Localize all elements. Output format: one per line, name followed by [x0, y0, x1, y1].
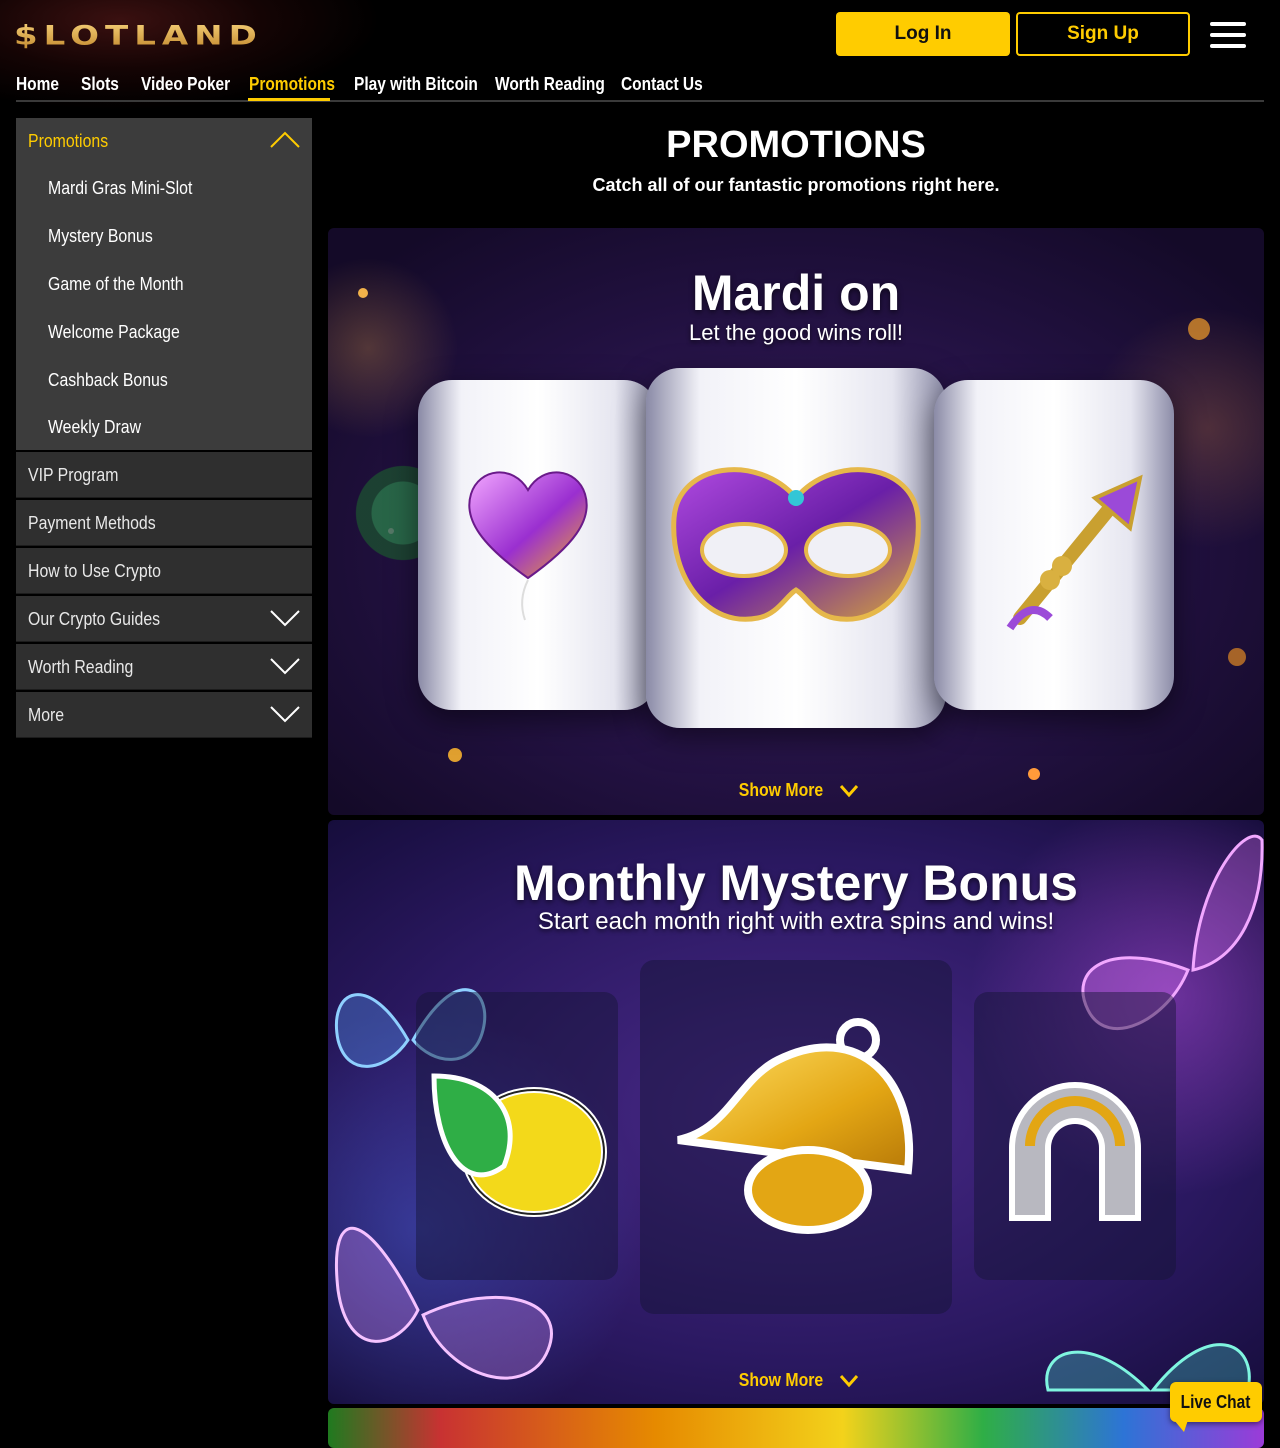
chevron-down-icon — [270, 706, 300, 723]
heart-balloon-icon — [468, 471, 588, 621]
promo-card-next[interactable] — [328, 1408, 1264, 1448]
sidebar-item-label: Payment Methods — [28, 512, 156, 533]
sidebar-item-label: How to Use Crypto — [28, 560, 161, 581]
sidebar-item-how-to-use-crypto[interactable]: How to Use Crypto — [16, 548, 312, 594]
promo-title: Mardi on — [691, 265, 901, 321]
sidebar-item-payment-methods[interactable]: Payment Methods — [16, 500, 312, 546]
nav-play-with-bitcoin[interactable]: Play with Bitcoin — [354, 74, 478, 95]
sidebar-item-our-crypto-guides[interactable]: Our Crypto Guides — [16, 596, 312, 642]
sidebar-subitem-label: Welcome Package — [48, 321, 180, 342]
hamburger-icon[interactable] — [1208, 20, 1248, 50]
promo-card-mystery-bonus[interactable]: Monthly Mystery Bonus Start each month r… — [328, 820, 1264, 1404]
sidebar-item-label: More — [28, 704, 65, 725]
live-chat-button[interactable]: Live Chat — [1170, 1382, 1262, 1432]
sidebar-subitem-game-of-month[interactable]: Game of the Month — [16, 260, 312, 308]
lemon-icon — [431, 1073, 607, 1217]
sidebar-subitem-label: Weekly Draw — [48, 416, 142, 437]
show-more-button[interactable]: Show More — [328, 780, 1264, 801]
logo-text: $LOTLAND — [14, 20, 263, 52]
show-more-label: Show More — [739, 780, 824, 800]
sidebar-group-label: Promotions — [28, 130, 109, 151]
promo-subtitle: Let the good wins roll! — [688, 320, 904, 345]
mardi-gras-mask-icon — [671, 467, 921, 622]
nav-slots[interactable]: Slots — [81, 74, 119, 95]
nav-worth-reading[interactable]: Worth Reading — [495, 74, 605, 95]
chevron-down-icon — [839, 785, 858, 798]
nav-contact-us[interactable]: Contact Us — [621, 74, 703, 95]
live-chat-label: Live Chat — [1181, 1391, 1251, 1412]
chevron-up-icon — [270, 131, 300, 148]
sidebar-item-vip-program[interactable]: VIP Program — [16, 452, 312, 498]
horseshoe-icon — [1009, 1082, 1141, 1221]
chat-bubble-tail — [1174, 1420, 1188, 1432]
site-header: $LOTLAND Log In Sign Up Home Slots Video… — [0, 0, 1280, 110]
sidebar-subitem-mardi-gras[interactable]: Mardi Gras Mini-Slot — [16, 164, 312, 212]
sidebar-subitem-label: Game of the Month — [48, 273, 184, 294]
nav-home[interactable]: Home — [16, 74, 59, 95]
chevron-down-icon — [270, 658, 300, 675]
sidebar-item-more[interactable]: More — [16, 692, 312, 738]
sidebar-subitem-cashback-bonus[interactable]: Cashback Bonus — [16, 356, 312, 404]
sidebar-subitem-welcome-package[interactable]: Welcome Package — [16, 308, 312, 356]
trumpet-icon — [1006, 474, 1143, 631]
sidebar-group-header[interactable]: Promotions — [16, 118, 312, 164]
nav-video-poker[interactable]: Video Poker — [141, 74, 230, 95]
sidebar: Promotions Mardi Gras Mini-Slot Mystery … — [16, 118, 312, 738]
sidebar-subitem-label: Cashback Bonus — [48, 369, 168, 390]
signup-button[interactable]: Sign Up — [1016, 12, 1190, 56]
sidebar-item-worth-reading[interactable]: Worth Reading — [16, 644, 312, 690]
sidebar-subitem-label: Mardi Gras Mini-Slot — [48, 177, 193, 198]
show-more-button[interactable]: Show More — [328, 1370, 1264, 1391]
page-subtitle: Catch all of our fantastic promotions ri… — [592, 175, 1000, 195]
sidebar-subitem-mystery-bonus[interactable]: Mystery Bonus — [16, 212, 312, 260]
sidebar-group-promotions: Promotions Mardi Gras Mini-Slot Mystery … — [16, 118, 312, 450]
login-button[interactable]: Log In — [836, 12, 1010, 56]
bell-icon — [677, 1018, 914, 1234]
sidebar-subitem-weekly-draw[interactable]: Weekly Draw — [16, 404, 312, 450]
sidebar-item-label: Our Crypto Guides — [28, 608, 161, 629]
sidebar-item-label: VIP Program — [28, 464, 119, 485]
slotland-logo[interactable]: $LOTLAND — [14, 14, 263, 58]
chevron-down-icon — [270, 610, 300, 627]
nav-promotions[interactable]: Promotions — [249, 74, 335, 95]
promo-subtitle: Start each month right with extra spins … — [537, 908, 1055, 935]
sidebar-item-label: Worth Reading — [28, 656, 134, 677]
main-nav: Home Slots Video Poker Promotions Play w… — [16, 72, 1264, 102]
nav-active-underline — [248, 98, 330, 101]
sidebar-subitem-label: Mystery Bonus — [48, 225, 153, 246]
chevron-down-icon — [839, 1375, 858, 1388]
promo-title: Monthly Mystery Bonus — [514, 855, 1078, 911]
page-title: PROMOTIONS — [666, 124, 926, 166]
show-more-label: Show More — [739, 1370, 824, 1390]
promo-card-mardi-gras[interactable]: Mardi on Let the good wins roll! Show Mo… — [328, 228, 1264, 815]
